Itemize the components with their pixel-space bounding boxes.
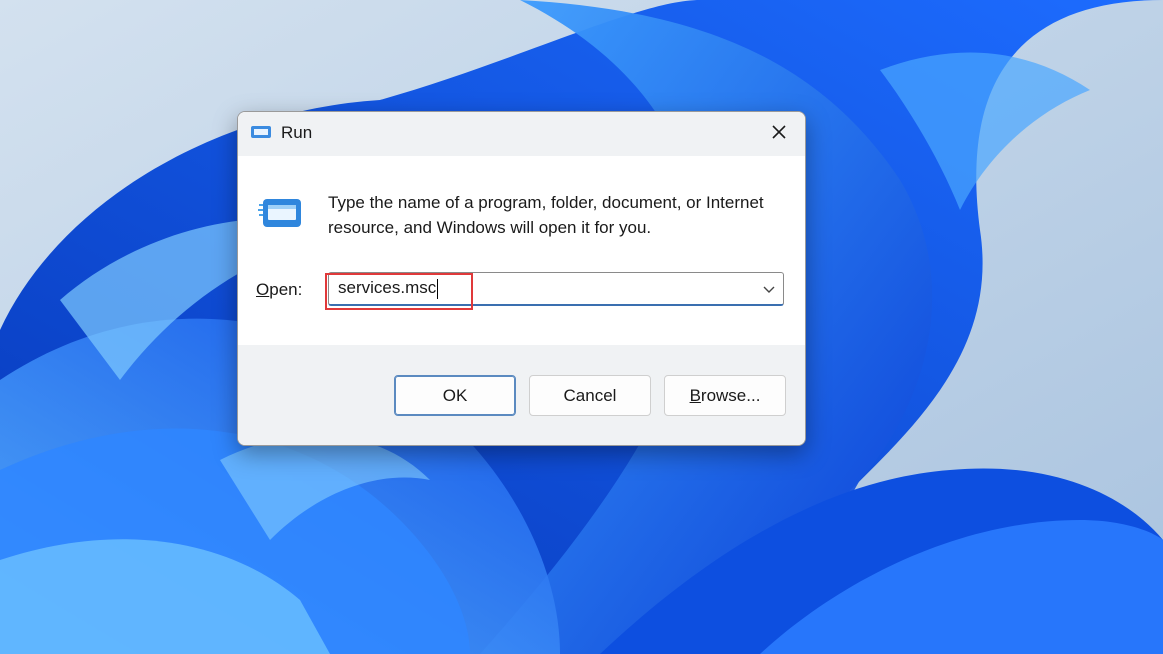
open-label-text: pen: — [269, 280, 303, 299]
command-input[interactable] — [329, 273, 749, 303]
ok-button[interactable]: OK — [394, 375, 516, 416]
run-icon — [250, 124, 272, 140]
run-icon — [257, 196, 303, 230]
title-bar[interactable]: Run — [238, 112, 805, 156]
close-button[interactable] — [753, 112, 805, 156]
browse-accelerator: B — [689, 385, 701, 405]
close-icon — [771, 124, 787, 145]
browse-button[interactable]: Browse... — [664, 375, 786, 416]
text-cursor — [437, 279, 438, 299]
run-dialog: Run Type the name of a program, folder, … — [237, 111, 806, 446]
open-combobox[interactable] — [328, 272, 784, 306]
chevron-down-icon[interactable] — [761, 281, 777, 297]
dialog-title: Run — [281, 123, 313, 142]
dialog-description: Type the name of a program, folder, docu… — [328, 193, 764, 237]
open-label: Open: — [256, 280, 302, 300]
open-label-accelerator: O — [256, 280, 270, 299]
dialog-body: Type the name of a program, folder, docu… — [238, 156, 805, 345]
cancel-button[interactable]: Cancel — [529, 375, 651, 416]
browse-label: rowse... — [700, 385, 761, 405]
button-bar: OK Cancel Browse... — [238, 345, 805, 445]
